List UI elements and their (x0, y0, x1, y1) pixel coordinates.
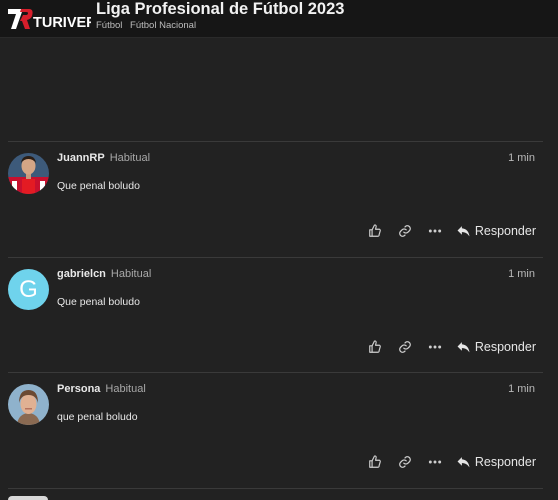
post-actions: Responder (367, 222, 536, 240)
post-author[interactable]: Persona Habitual (57, 383, 146, 395)
user-title: Habitual (105, 383, 146, 395)
reply-icon (457, 226, 470, 237)
user-title: Habitual (110, 268, 152, 280)
more-icon[interactable] (427, 339, 443, 355)
avatar[interactable] (8, 153, 49, 194)
breadcrumb-item-futbol[interactable]: Fútbol (96, 20, 122, 31)
post-content: Que penal boludo (57, 296, 140, 308)
page-title[interactable]: Liga Profesional de Fútbol 2023 (96, 0, 344, 19)
more-icon[interactable] (427, 454, 443, 470)
like-icon[interactable] (367, 223, 383, 239)
like-icon[interactable] (367, 454, 383, 470)
reply-icon (457, 457, 470, 468)
next-post-avatar (8, 496, 48, 500)
post: Persona Habitual 1 min que penal boludo R… (0, 372, 558, 484)
post-content: que penal boludo (57, 411, 138, 423)
reply-icon (457, 342, 470, 353)
breadcrumb-item-futbol-nacional[interactable]: Fútbol Nacional (130, 20, 196, 31)
post-time[interactable]: 1 min (508, 383, 535, 395)
reply-button[interactable]: Responder (457, 224, 536, 238)
avatar[interactable]: G (8, 269, 49, 310)
post-time[interactable]: 1 min (508, 152, 535, 164)
link-icon[interactable] (397, 454, 413, 470)
username[interactable]: Persona (57, 383, 100, 395)
post-actions: Responder (367, 453, 536, 471)
site-header: TURIVER Liga Profesional de Fútbol 2023 … (0, 0, 558, 38)
username[interactable]: gabrielcn (57, 268, 106, 280)
post: JuannRP Habitual 1 min Que penal boludo R… (0, 141, 558, 253)
post-author[interactable]: JuannRP Habitual (57, 152, 150, 164)
user-title: Habitual (109, 152, 151, 164)
link-icon[interactable] (397, 223, 413, 239)
breadcrumb: Fútbol Fútbol Nacional (96, 20, 201, 31)
reply-button[interactable]: Responder (457, 340, 536, 354)
post-divider (8, 488, 543, 489)
reply-button[interactable]: Responder (457, 455, 536, 469)
svg-text:TURIVER: TURIVER (33, 15, 91, 31)
avatar[interactable] (8, 384, 49, 425)
reply-label: Responder (474, 340, 536, 354)
reply-label: Responder (474, 224, 536, 238)
link-icon[interactable] (397, 339, 413, 355)
site-logo[interactable]: TURIVER (7, 7, 91, 31)
post-author[interactable]: gabrielcn Habitual (57, 268, 151, 280)
post: G gabrielcn Habitual 1 min Que penal bolu… (0, 257, 558, 369)
post-time[interactable]: 1 min (508, 268, 535, 280)
like-icon[interactable] (367, 339, 383, 355)
more-icon[interactable] (427, 223, 443, 239)
post-actions: Responder (367, 338, 536, 356)
username[interactable]: JuannRP (57, 152, 105, 164)
post-content: Que penal boludo (57, 180, 140, 192)
reply-label: Responder (474, 455, 536, 469)
